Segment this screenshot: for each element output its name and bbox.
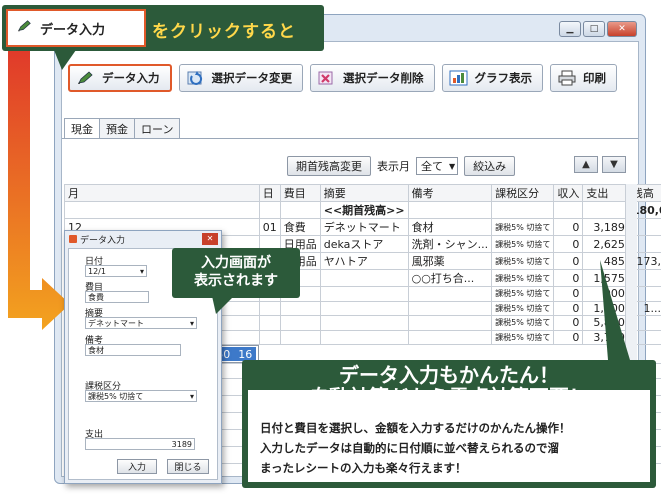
callout-dialog: 入力画面が 表示されます <box>172 248 300 298</box>
callout-dialog-line1: 入力画面が <box>201 255 271 271</box>
date-field[interactable]: 12/1 ▾ <box>85 265 147 277</box>
category-value: 食費 <box>88 292 104 302</box>
feature-headline-2: 自動計算だから電卓計算不要！ <box>309 385 589 409</box>
dialog-title: データ入力 <box>80 235 126 246</box>
callout-pointer <box>54 50 76 70</box>
note-field[interactable]: 食材 <box>85 344 181 356</box>
callout-click-text: をクリックすると <box>152 22 296 42</box>
callout-dialog-line2: 表示されます <box>194 273 278 289</box>
expense-field[interactable]: 3189 <box>85 438 195 450</box>
callout-click: データ入力 をクリックすると <box>2 5 324 51</box>
dialog-title-bar: データ入力 <box>65 231 221 247</box>
callout-dialog-text: 入力画面が 表示されます <box>172 254 300 290</box>
app-icon <box>69 235 77 243</box>
memo-value: デネットマート <box>88 318 144 328</box>
callout-feature-pointer <box>600 260 630 360</box>
memo-field[interactable]: デネットマート ▾ <box>85 317 197 329</box>
callout-button-label: データ入力 <box>40 22 106 38</box>
note-value: 食材 <box>88 345 104 355</box>
dialog-input-button[interactable]: 入力 <box>117 459 157 474</box>
chevron-down-icon: ▾ <box>139 266 144 276</box>
chevron-down-icon: ▾ <box>189 318 194 328</box>
category-field[interactable]: 食費 <box>85 291 149 303</box>
callout-feature: データ入力もかんたん！ 自動計算だから電卓計算不要！ 日付と費目を選択し、金額を… <box>242 360 656 488</box>
feature-line-1: 日付と費目を選択し、金額を入力するだけのかんたん操作！ <box>260 421 571 435</box>
chevron-down-icon: ▾ <box>189 391 194 401</box>
dialog-close-icon[interactable]: ✕ <box>202 233 218 245</box>
tax-value: 課税5% 切捨て <box>88 391 144 401</box>
callout-input-button: データ入力 <box>6 9 146 47</box>
expense-value: 3189 <box>171 439 192 449</box>
callout-dialog-pointer <box>212 296 234 314</box>
dialog-close-button[interactable]: 閉じる <box>167 459 209 474</box>
callout-feature-body: データ入力もかんたん！ 自動計算だから電卓計算不要！ 日付と費目を選択し、金額を… <box>248 364 650 482</box>
feature-line-2: 入力したデータは自動的に日付順に並べ替えられるので溜 <box>260 441 559 455</box>
pencil-icon <box>16 19 34 37</box>
tax-field[interactable]: 課税5% 切捨て ▾ <box>85 390 197 402</box>
date-value: 12/1 <box>88 266 106 276</box>
feature-description: 日付と費目を選択し、金額を入力するだけのかんたん操作！ 入力したデータは自動的に… <box>260 418 642 478</box>
feature-headline-1: データ入力もかんたん！ <box>339 363 559 387</box>
feature-line-3: まったレシートの入力も楽々行えます！ <box>260 461 467 475</box>
